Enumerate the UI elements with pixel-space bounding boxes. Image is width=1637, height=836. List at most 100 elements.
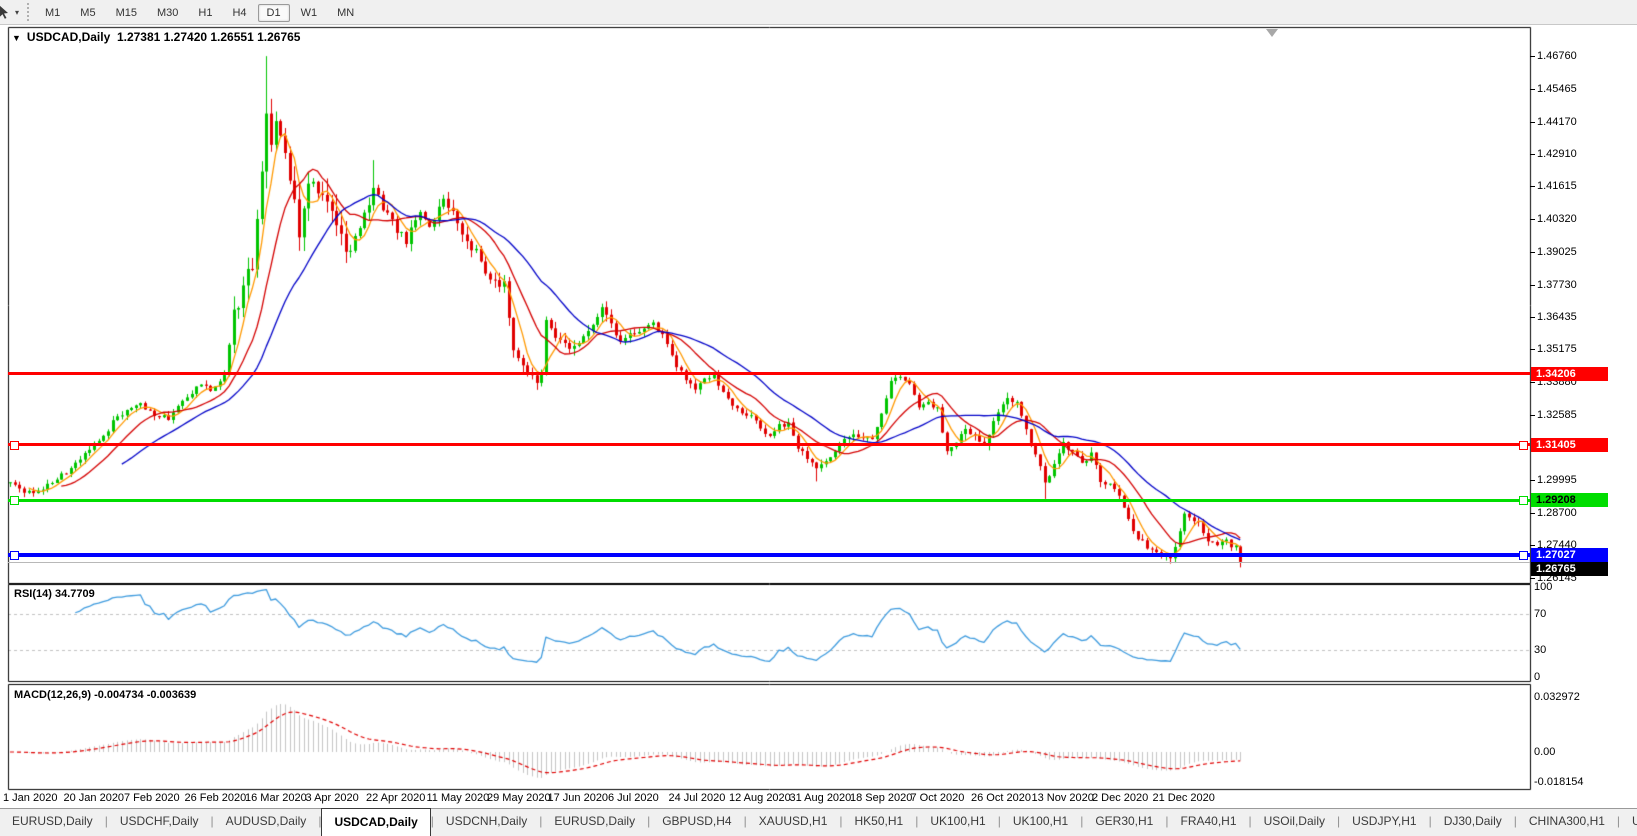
tab-usdjpy-h1[interactable]: USDJPY,H1 (1340, 809, 1428, 836)
rsi-value: 34.7709 (55, 588, 95, 600)
macd-axis-label: 0.032972 (1534, 691, 1580, 703)
price-tick-mark (1530, 186, 1535, 187)
horizontal-line-1.27027[interactable] (8, 553, 1530, 557)
chart-symbol-label: USDCAD,Daily (27, 30, 110, 44)
chart-canvas[interactable] (0, 0, 1637, 808)
price-tick-mark (1530, 285, 1535, 286)
date-tick-label: 11 May 2020 (427, 792, 490, 804)
date-tick-label: 3 Apr 2020 (306, 792, 359, 804)
date-tick-label: 31 Aug 2020 (790, 792, 852, 804)
price-tick-mark (1530, 89, 1535, 90)
timeframe-button-w1[interactable]: W1 (292, 4, 327, 22)
date-tick-label: 17 Jun 2020 (548, 792, 609, 804)
price-tick-mark (1530, 349, 1535, 350)
price-tick-label: 1.41615 (1537, 180, 1577, 192)
price-tick-mark (1530, 252, 1535, 253)
horizontal-line-1.26765[interactable] (8, 562, 1530, 563)
price-tick-label: 1.42910 (1537, 148, 1577, 160)
horizontal-line-1.29208[interactable] (8, 499, 1530, 502)
timeframe-button-m15[interactable]: M15 (107, 4, 146, 22)
line-handle[interactable] (10, 551, 19, 560)
line-handle[interactable] (1519, 441, 1528, 450)
price-tick-mark (1530, 122, 1535, 123)
timeframe-button-group: M1M5M15M30H1H4D1W1MN (35, 3, 364, 21)
tab-china300-h1[interactable]: CHINA300,H1 (1517, 809, 1617, 836)
date-tick-label: 26 Feb 2020 (185, 792, 247, 804)
tab-audusd-daily[interactable]: AUDUSD,Daily (214, 809, 319, 836)
rsi-axis-label: 100 (1534, 581, 1552, 593)
horizontal-line-1.34206[interactable] (8, 372, 1530, 375)
line-handle[interactable] (10, 441, 19, 450)
tab-usdchf-daily[interactable]: USDCHF,Daily (108, 809, 211, 836)
timeframe-button-m1[interactable]: M1 (36, 4, 69, 22)
tab-uk100-h1[interactable]: UK100,H1 (1001, 809, 1080, 836)
timeframe-button-h1[interactable]: H1 (189, 4, 221, 22)
chart-quote-values: 1.27381 1.27420 1.26551 1.26765 (117, 30, 301, 44)
date-tick-label: 18 Sep 2020 (850, 792, 912, 804)
tab-usoil-h1[interactable]: USOil,H1 (1620, 809, 1637, 836)
tab-eurusd-daily[interactable]: EURUSD,Daily (542, 809, 647, 836)
price-tick-label: 1.39025 (1537, 246, 1577, 258)
price-badge-1.27027: 1.27027 (1531, 548, 1608, 562)
price-tick-label: 1.40320 (1537, 213, 1577, 225)
tab-ger30-h1[interactable]: GER30,H1 (1083, 809, 1165, 836)
tab-xauusd-h1[interactable]: XAUUSD,H1 (747, 809, 840, 836)
price-badge-1.34206: 1.34206 (1531, 367, 1608, 381)
date-tick-label: 20 Jan 2020 (64, 792, 125, 804)
price-badge-1.29208: 1.29208 (1531, 493, 1608, 507)
date-tick-label: 24 Jul 2020 (669, 792, 726, 804)
price-tick-label: 1.29995 (1537, 474, 1577, 486)
price-badge-1.26765: 1.26765 (1531, 562, 1608, 576)
date-tick-label: 29 May 2020 (487, 792, 551, 804)
tab-usoil-daily[interactable]: USOil,Daily (1252, 809, 1337, 836)
timeframe-button-h4[interactable]: H4 (223, 4, 255, 22)
timeframe-button-m5[interactable]: M5 (71, 4, 104, 22)
tab-gbpusd-h4[interactable]: GBPUSD,H4 (650, 809, 743, 836)
price-tick-mark (1530, 415, 1535, 416)
date-tick-label: 7 Feb 2020 (124, 792, 180, 804)
drawing-tool-icon[interactable] (0, 4, 13, 20)
date-tick-label: 21 Dec 2020 (1153, 792, 1215, 804)
tab-dj30-daily[interactable]: DJ30,Daily (1432, 809, 1514, 836)
date-tick-label: 26 Oct 2020 (971, 792, 1031, 804)
price-tick-mark (1530, 154, 1535, 155)
date-tick-label: 7 Oct 2020 (911, 792, 965, 804)
macd-axis-label: -0.018154 (1534, 776, 1584, 788)
chart-collapse-icon[interactable]: ▼ (12, 33, 21, 43)
price-tick-label: 1.45465 (1537, 83, 1577, 95)
macd-label: MACD(12,26,9) -0.004734 -0.003639 (14, 689, 196, 701)
timeframe-button-d1[interactable]: D1 (258, 4, 290, 22)
line-handle[interactable] (10, 496, 19, 505)
tab-usdcnh-daily[interactable]: USDCNH,Daily (434, 809, 539, 836)
macd-values: -0.004734 -0.003639 (94, 689, 196, 701)
tab-fra40-h1[interactable]: FRA40,H1 (1168, 809, 1248, 836)
line-handle[interactable] (1519, 496, 1528, 505)
tab-uk100-h1[interactable]: UK100,H1 (918, 809, 997, 836)
horizontal-line-1.31405[interactable] (8, 443, 1530, 446)
price-tick-mark (1530, 56, 1535, 57)
date-tick-label: 2 Dec 2020 (1092, 792, 1148, 804)
price-tick-mark (1530, 545, 1535, 546)
chart-tab-bar: EURUSD,Daily|USDCHF,Daily|AUDUSD,Daily|U… (0, 808, 1637, 836)
chart-shift-marker[interactable] (1266, 29, 1278, 37)
date-tick-label: 1 Jan 2020 (3, 792, 57, 804)
rsi-axis-label: 0 (1534, 671, 1540, 683)
price-badge-1.31405: 1.31405 (1531, 438, 1608, 452)
price-tick-mark (1530, 317, 1535, 318)
price-tick-mark (1530, 382, 1535, 383)
price-tick-label: 1.36435 (1537, 311, 1577, 323)
price-tick-mark (1530, 578, 1535, 579)
tab-eurusd-daily[interactable]: EURUSD,Daily (0, 809, 105, 836)
price-tick-label: 1.32585 (1537, 409, 1577, 421)
timeframe-button-mn[interactable]: MN (328, 4, 363, 22)
date-tick-label: 13 Nov 2020 (1032, 792, 1094, 804)
date-tick-label: 16 Mar 2020 (245, 792, 307, 804)
drawing-tool-caret[interactable]: ▾ (15, 8, 19, 17)
tab-hk50-h1[interactable]: HK50,H1 (843, 809, 916, 836)
timeframe-button-m30[interactable]: M30 (148, 4, 187, 22)
tab-usdcad-daily[interactable]: USDCAD,Daily (321, 808, 430, 836)
price-tick-label: 1.37730 (1537, 279, 1577, 291)
price-tick-mark (1530, 513, 1535, 514)
price-tick-mark (1530, 219, 1535, 220)
line-handle[interactable] (1519, 551, 1528, 560)
